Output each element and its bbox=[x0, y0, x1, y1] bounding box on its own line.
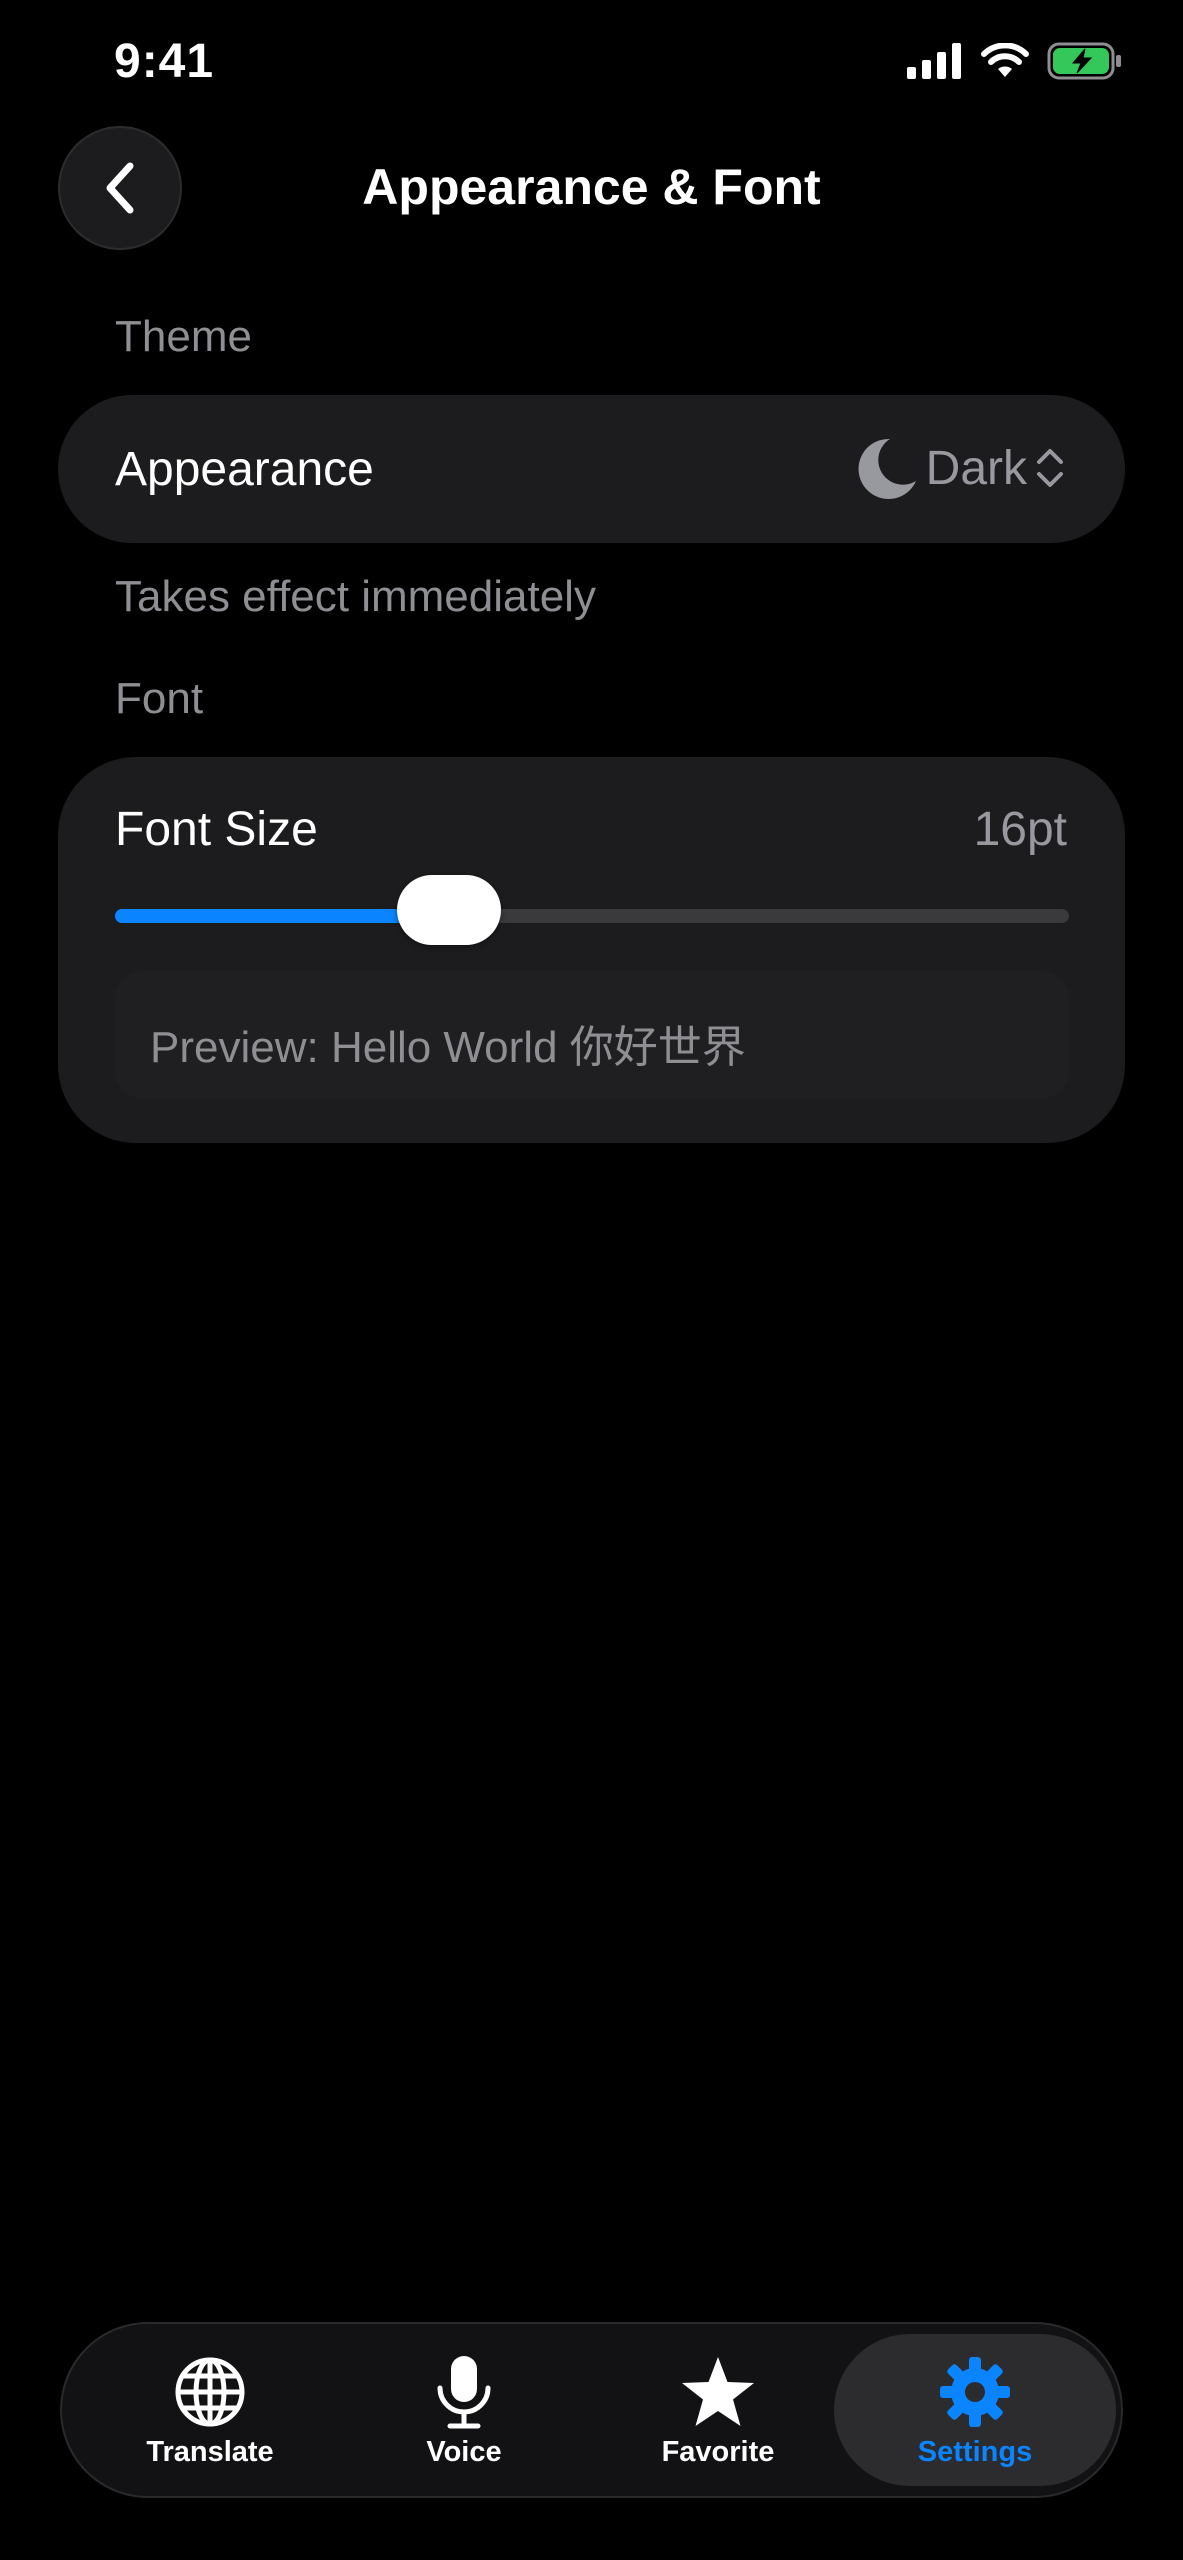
status-bar: 9:41 bbox=[0, 0, 1183, 130]
font-size-card: Font Size 16pt Preview: Hello World 你好世界 bbox=[58, 757, 1125, 1143]
tab-voice[interactable]: Voice bbox=[339, 2324, 589, 2496]
font-section-label: Font bbox=[115, 674, 204, 723]
appearance-value: Dark bbox=[925, 441, 1027, 495]
chevron-up-down-icon bbox=[1037, 449, 1063, 487]
page-title: Appearance & Font bbox=[362, 159, 821, 215]
tab-favorite[interactable]: Favorite bbox=[593, 2324, 843, 2496]
theme-note: Takes effect immediately bbox=[115, 572, 596, 621]
appearance-label: Appearance bbox=[115, 443, 374, 496]
tab-settings-label: Settings bbox=[917, 2436, 1033, 2468]
status-icons bbox=[907, 42, 1123, 80]
font-size-value: 16pt bbox=[973, 803, 1067, 856]
font-size-label: Font Size bbox=[115, 803, 318, 856]
appearance-row[interactable]: Appearance Dark bbox=[58, 395, 1125, 543]
appearance-picker[interactable]: Dark bbox=[854, 435, 1067, 501]
slider-thumb[interactable] bbox=[396, 875, 501, 945]
tab-settings[interactable]: Settings bbox=[850, 2324, 1100, 2496]
moon-icon bbox=[858, 438, 916, 499]
gear-icon bbox=[940, 2357, 1010, 2427]
tab-favorite-label: Favorite bbox=[661, 2436, 775, 2468]
star-icon bbox=[682, 2357, 754, 2426]
globe-icon bbox=[175, 2357, 245, 2427]
tab-translate[interactable]: Translate bbox=[85, 2324, 335, 2496]
font-preview-text: Preview: Hello World 你好世界 bbox=[150, 1023, 746, 1072]
theme-section-label: Theme bbox=[115, 312, 252, 361]
tab-voice-label: Voice bbox=[426, 2436, 502, 2468]
cellular-signal-icon bbox=[907, 43, 961, 79]
status-time: 9:41 bbox=[114, 35, 215, 88]
tab-bar: Translate Voice Favorite Settings bbox=[60, 2322, 1123, 2498]
font-size-slider[interactable] bbox=[115, 875, 1069, 945]
font-preview-box: Preview: Hello World 你好世界 bbox=[115, 971, 1069, 1099]
wifi-icon bbox=[981, 43, 1029, 77]
tab-translate-label: Translate bbox=[146, 2436, 274, 2468]
battery-charging-icon bbox=[1047, 42, 1121, 80]
microphone-icon bbox=[437, 2356, 491, 2429]
